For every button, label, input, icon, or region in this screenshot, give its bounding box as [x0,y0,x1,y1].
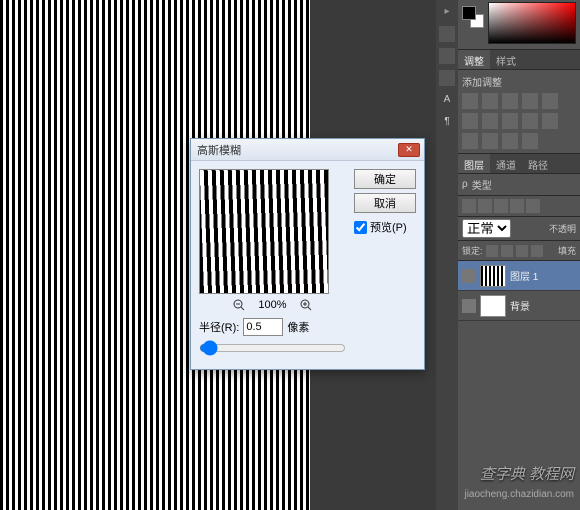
adjust-icon[interactable] [522,93,538,109]
tab-paths[interactable]: 路径 [522,154,554,173]
watermark-sub: jiaocheng.chazidian.com [464,489,574,500]
adjust-tabs: 调整 样式 [458,50,580,70]
lock-icon[interactable] [531,245,543,257]
right-panels: ▸ A ¶ 调整 样式 添加调整 图层 通道 路径 ρ [458,0,580,510]
layer-thumb [480,265,506,287]
fill-label: 填充 [558,244,576,257]
text-tool-icon[interactable]: A [439,92,455,108]
adjust-icon[interactable] [542,113,558,129]
layers-panel: ρ 类型 正常 不透明 锁定: 填充 图层 1 背景 [458,174,580,321]
layer-name[interactable]: 背景 [510,298,530,313]
close-icon[interactable]: ✕ [398,143,420,157]
adjust-icon[interactable] [462,93,478,109]
kind-label: ρ [462,179,468,190]
radius-unit: 像素 [287,319,309,335]
arrow-right-icon[interactable]: ▸ [439,4,455,20]
layer-item[interactable]: 背景 [458,291,580,321]
radius-input[interactable] [243,318,283,336]
preview-checkbox-row[interactable]: 预览(P) [354,219,416,235]
adjust-icon[interactable] [502,133,518,149]
filter-icon[interactable] [526,199,540,213]
dialog-title: 高斯模糊 [195,142,398,158]
layer-thumb [480,295,506,317]
adjust-icon[interactable] [462,113,478,129]
lock-icon[interactable] [486,245,498,257]
ok-button[interactable]: 确定 [354,169,416,189]
adjust-icon[interactable] [522,133,538,149]
adjust-icon[interactable] [482,93,498,109]
adjust-icon[interactable] [522,113,538,129]
zoom-out-icon[interactable] [232,298,246,312]
preview-label: 预览(P) [370,219,407,235]
tool-icon[interactable] [439,70,455,86]
adjust-icon[interactable] [482,133,498,149]
radius-label: 半径(R): [199,319,239,335]
layer-list: 图层 1 背景 [458,261,580,321]
visibility-icon[interactable] [462,299,476,313]
color-swatch-pair[interactable] [462,6,484,28]
lock-icon[interactable] [516,245,528,257]
filter-icon[interactable] [478,199,492,213]
opacity-label: 不透明 [549,222,576,235]
filter-icon[interactable] [494,199,508,213]
layer-name[interactable]: 图层 1 [510,268,538,283]
cancel-button[interactable]: 取消 [354,193,416,213]
adjust-icon[interactable] [462,133,478,149]
gaussian-blur-dialog: 高斯模糊 ✕ 100% 半径(R): 像素 确定 取消 预览(P) [190,138,425,370]
adjust-icon[interactable] [542,93,558,109]
adjust-icon[interactable] [482,113,498,129]
color-ramp[interactable] [488,2,576,44]
lock-icon[interactable] [501,245,513,257]
adjust-icon[interactable] [502,113,518,129]
tab-channels[interactable]: 通道 [490,154,522,173]
visibility-icon[interactable] [462,269,476,283]
add-adjust-label: 添加调整 [462,74,576,89]
tool-icon[interactable] [439,48,455,64]
zoom-percent: 100% [258,299,286,311]
paragraph-tool-icon[interactable]: ¶ [439,114,455,130]
dialog-titlebar[interactable]: 高斯模糊 ✕ [191,139,424,161]
layers-tabs: 图层 通道 路径 [458,154,580,174]
adjust-icon[interactable] [502,93,518,109]
filter-preview[interactable] [199,169,329,294]
fg-swatch[interactable] [462,6,476,20]
tab-layers[interactable]: 图层 [458,154,490,173]
color-panel [458,0,580,50]
tab-adjust[interactable]: 调整 [458,50,490,69]
adjustments-panel: 添加调整 [458,70,580,154]
filter-icon[interactable] [510,199,524,213]
lock-label: 锁定: [462,244,483,257]
radius-slider[interactable] [199,340,346,356]
tool-icon[interactable] [439,26,455,42]
blend-mode-select[interactable]: 正常 [462,219,511,238]
tool-column: ▸ A ¶ [436,0,458,510]
tab-style[interactable]: 样式 [490,50,522,69]
kind-text: 类型 [472,177,492,192]
filter-icon[interactable] [462,199,476,213]
layer-item[interactable]: 图层 1 [458,261,580,291]
preview-checkbox[interactable] [354,221,367,234]
zoom-in-icon[interactable] [299,298,313,312]
watermark-main: 查字典 教程网 [480,463,574,484]
